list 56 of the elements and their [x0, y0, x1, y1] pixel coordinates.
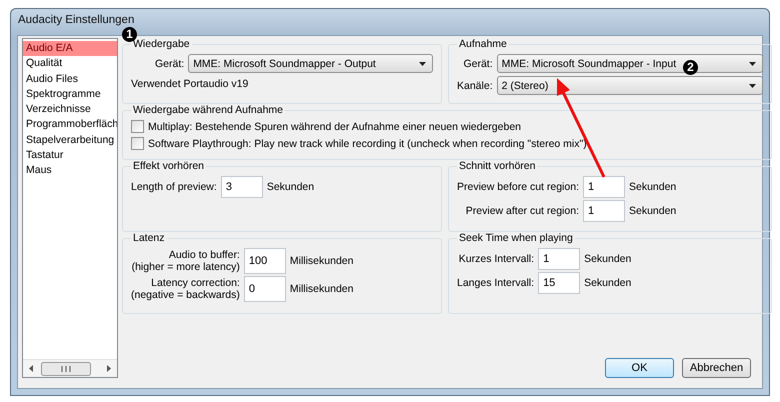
sidebar-item[interactable]: Spektrogramme [23, 86, 117, 102]
unit-label: Sekunden [584, 253, 632, 265]
field-label: Latency correction: (negative = backwards) [131, 277, 240, 301]
input-field[interactable]: 0 [244, 276, 286, 302]
input-field[interactable]: 3 [220, 176, 263, 198]
ok-button[interactable]: OK [605, 358, 674, 378]
step-marker: 1 [122, 27, 137, 42]
window-title: Audacity Einstellungen [18, 14, 134, 26]
scrollbar[interactable] [23, 359, 117, 377]
sidebar-item[interactable]: Verzeichnisse [23, 102, 117, 118]
field-label: Kurzes Intervall: [458, 253, 534, 265]
field-label: Gerät: [155, 58, 184, 70]
input-field[interactable]: 1 [582, 176, 625, 198]
input-field[interactable]: 100 [244, 248, 286, 274]
group-title: Latenz [132, 232, 166, 244]
sidebar-item[interactable]: Audio Files [23, 72, 117, 87]
group-title: Aufnahme [458, 38, 508, 50]
status-text: Verwendet Portaudio v19 [131, 78, 250, 90]
checkbox-label[interactable]: Multiplay: Bestehende Spuren während der Aufnahme einer neuen wiedergeben [148, 120, 522, 132]
group-title: Schnitt vorhören [458, 160, 536, 172]
input-field[interactable]: 15 [538, 272, 580, 294]
group-title: Seek Time when playing [458, 232, 574, 244]
checkbox-label[interactable]: Software Playthrough: Play new track while recording it (uncheck when recording "stereo mix") [148, 138, 587, 150]
input-field[interactable]: 1 [538, 248, 580, 270]
sidebar-item[interactable]: Stapelverarbeitung [23, 132, 117, 148]
field-label: Preview before cut region: [457, 181, 579, 193]
field-label: Length of preview: [131, 181, 217, 193]
field-label: Gerät: [463, 58, 493, 70]
scroll-left-icon [28, 365, 35, 372]
field-label: Preview after cut region: [466, 205, 579, 217]
checkbox[interactable] [131, 137, 144, 150]
scroll-thumb [41, 362, 91, 376]
caret-icon [419, 62, 426, 66]
input-field[interactable]: 1 [582, 200, 625, 222]
scroll-right-icon [105, 365, 112, 372]
dropdown[interactable]: 2 (Stereo) [496, 76, 763, 95]
group-title: Effekt vorhören [132, 160, 206, 172]
field-label: Langes Intervall: [457, 277, 534, 289]
sidebar-item[interactable]: Maus [23, 163, 117, 179]
unit-label: Sekunden [628, 181, 676, 193]
unit-label: Sekunden [628, 205, 676, 217]
sidebar-item[interactable]: Qualität [23, 56, 117, 72]
caret-icon [749, 84, 756, 88]
unit-label: Millisekunden [290, 255, 354, 267]
group-title: Wiedergabe während Aufnahme [132, 104, 284, 116]
unit-label: Sekunden [266, 181, 314, 193]
sidebar-item[interactable]: Tastatur [23, 148, 117, 164]
field-label: Audio to buffer: (higher = more latency) [132, 249, 240, 273]
field-label: Kanäle: [457, 80, 493, 92]
caret-icon [749, 62, 756, 66]
dropdown[interactable]: MME: Microsoft Soundmapper - Output [188, 54, 433, 73]
cancel-button[interactable]: Abbrechen [682, 358, 751, 378]
unit-label: Sekunden [584, 277, 632, 289]
unit-label: Millisekunden [290, 283, 354, 295]
sidebar-item[interactable]: Audio E/A [23, 41, 117, 56]
checkbox[interactable] [131, 120, 144, 133]
